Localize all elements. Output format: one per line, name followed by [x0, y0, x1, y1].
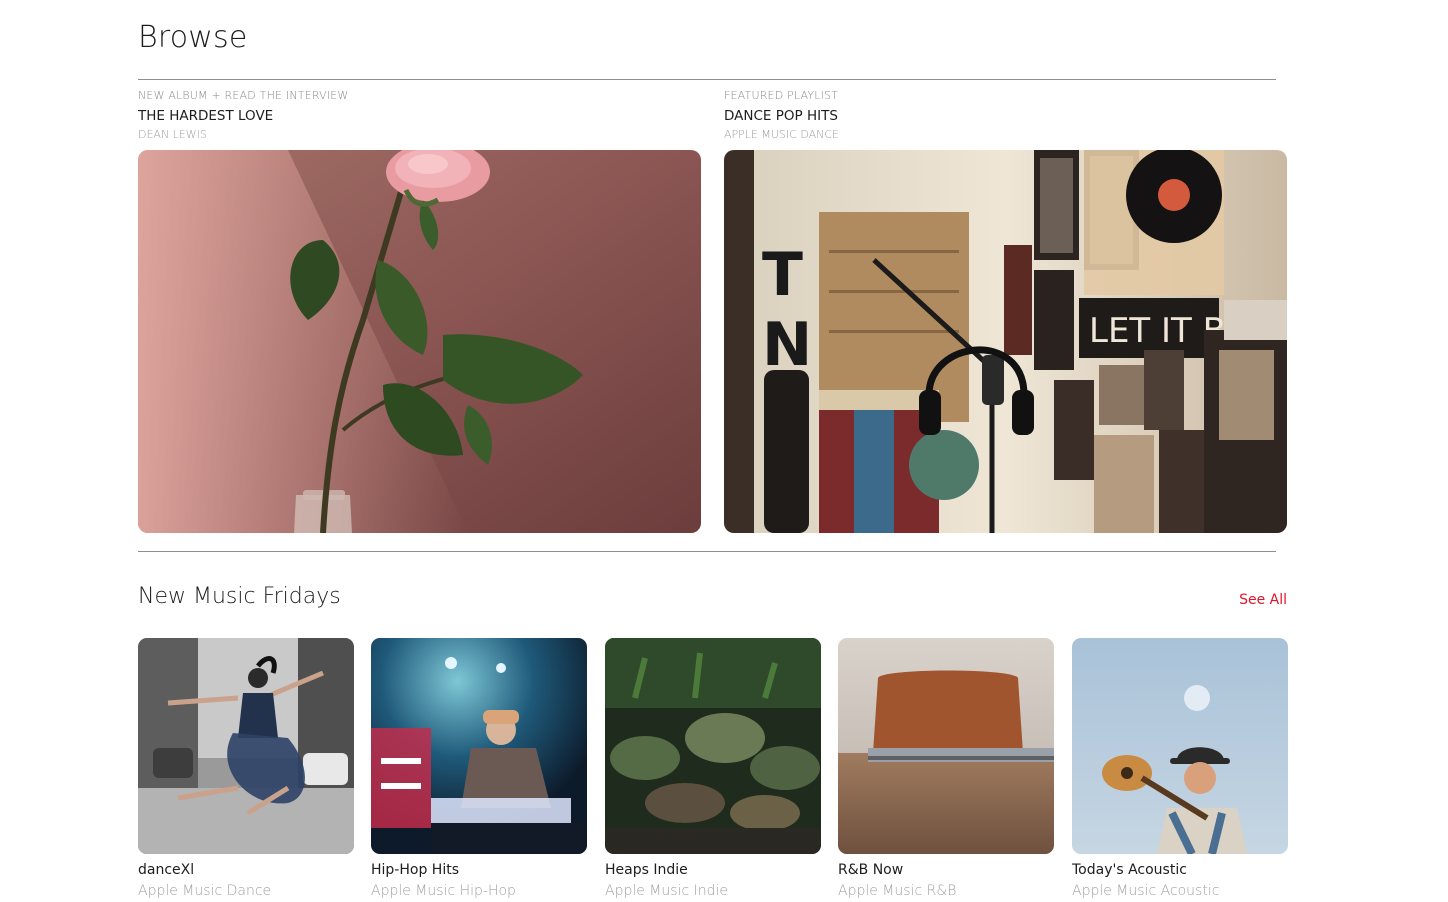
playlist-card[interactable]: danceXl Apple Music Dance [138, 638, 354, 901]
top-divider [138, 79, 1276, 80]
feature-curator[interactable]: APPLE MUSIC DANCE [724, 127, 1287, 142]
feature-album[interactable]: NEW ALBUM + READ THE INTERVIEW THE HARDE… [138, 88, 701, 533]
playlist-curator[interactable]: Apple Music R&B [838, 882, 1054, 901]
guitar-man-photo-icon [1072, 638, 1288, 854]
feature-artist[interactable]: DEAN LEWIS [138, 127, 701, 142]
playlist-name[interactable]: R&B Now [838, 861, 1054, 880]
playlist-card[interactable]: Today's Acoustic Apple Music Acoustic [1072, 638, 1288, 901]
playlist-card[interactable]: R&B Now Apple Music R&B [838, 638, 1054, 901]
playlist-name[interactable]: danceXl [138, 861, 354, 880]
playlist-name[interactable]: Today's Acoustic [1072, 861, 1288, 880]
playlist-artwork-laptop[interactable] [838, 638, 1054, 854]
playlist-artwork-dancer[interactable] [138, 638, 354, 854]
playlist-curator[interactable]: Apple Music Hip-Hop [371, 882, 587, 901]
playlist-artwork-acoustic[interactable] [1072, 638, 1288, 854]
dancer-photo-icon [138, 638, 354, 854]
playlist-curator[interactable]: Apple Music Indie [605, 882, 821, 901]
laptop-table-photo-icon [838, 638, 1054, 854]
section-title: New Music Fridays [138, 584, 341, 609]
see-all-link[interactable]: See All [1200, 592, 1287, 608]
playlist-name[interactable]: Heaps Indie [605, 861, 821, 880]
marquee-letter-n: N [762, 310, 812, 380]
feature-eyebrow: FEATURED PLAYLIST [724, 89, 839, 102]
rose-photo-icon [138, 150, 701, 533]
feature-headline[interactable]: DANCE POP HITS [724, 107, 1287, 125]
browse-page: Browse NEW ALBUM + READ THE INTERVIEW TH… [0, 0, 1448, 902]
feature-eyebrow: NEW ALBUM + READ THE INTERVIEW [138, 89, 349, 102]
feature-playlist[interactable]: FEATURED PLAYLIST DANCE POP HITS APPLE M… [724, 88, 1287, 533]
marquee-letter-t: T [762, 240, 803, 310]
dj-stage-photo-icon [371, 638, 587, 854]
forest-stream-photo-icon [605, 638, 821, 854]
section-divider [138, 551, 1276, 552]
playlist-name[interactable]: Hip-Hop Hits [371, 861, 587, 880]
playlist-card[interactable]: Hip-Hop Hits Apple Music Hip-Hop [371, 638, 587, 901]
feature-artwork-studio[interactable]: T N LET IT BE [724, 150, 1287, 533]
page-title: Browse [138, 20, 248, 55]
playlist-curator[interactable]: Apple Music Dance [138, 882, 354, 901]
feature-artwork-rose[interactable] [138, 150, 701, 533]
studio-microphone-photo-icon: T N LET IT BE [724, 150, 1287, 533]
playlist-artwork-dj[interactable] [371, 638, 587, 854]
feature-headline[interactable]: THE HARDEST LOVE [138, 107, 701, 125]
playlist-card[interactable]: Heaps Indie Apple Music Indie [605, 638, 821, 901]
playlist-curator[interactable]: Apple Music Acoustic [1072, 882, 1288, 901]
playlist-artwork-forest[interactable] [605, 638, 821, 854]
